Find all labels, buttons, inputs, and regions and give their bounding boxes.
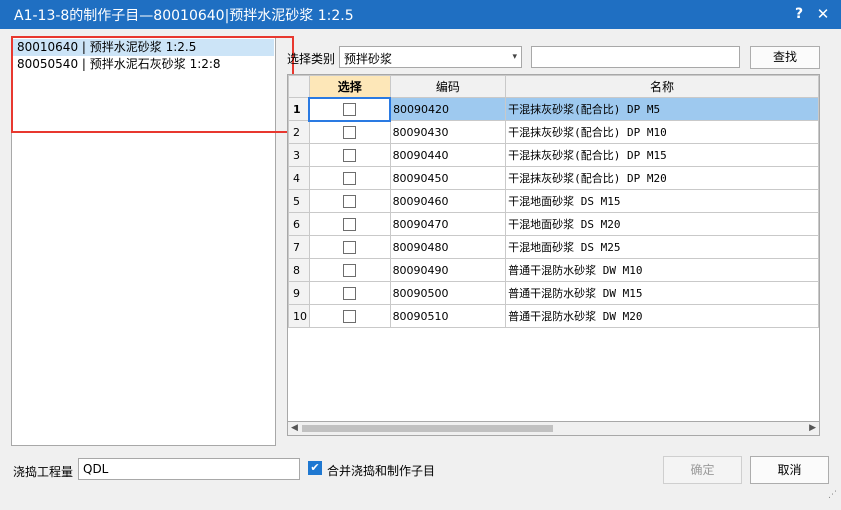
scroll-right-icon[interactable]: ▶ <box>809 423 816 433</box>
row-index: 9 <box>288 281 310 305</box>
row-checkbox-cell[interactable] <box>308 166 391 190</box>
subitem-list[interactable]: 80010640 | 预拌水泥砂浆 1:2.5 80050540 | 预拌水泥石… <box>11 37 276 446</box>
row-checkbox-cell[interactable] <box>308 189 391 213</box>
row-name: 干混抹灰砂浆(配合比) DP M20 <box>505 166 819 190</box>
checkbox[interactable] <box>343 195 357 208</box>
row-name: 干混抹灰砂浆(配合比) DP M15 <box>505 143 819 167</box>
row-code: 80090500 <box>389 281 507 305</box>
checkbox[interactable] <box>343 149 357 162</box>
checkbox[interactable] <box>343 287 357 300</box>
search-input[interactable] <box>531 46 740 68</box>
row-index: 6 <box>288 212 310 236</box>
row-name: 干混抹灰砂浆(配合比) DP M10 <box>505 120 819 144</box>
checkbox[interactable] <box>343 126 357 140</box>
table-row[interactable]: 9 80090500 普通干混防水砂浆 DW M15 <box>288 281 819 305</box>
row-code: 80090450 <box>389 166 507 190</box>
column-header-name[interactable]: 名称 <box>505 75 819 98</box>
merge-checkbox[interactable]: ✔ <box>308 461 322 475</box>
row-index: 2 <box>288 120 310 144</box>
category-label: 选择类别 <box>287 52 336 66</box>
checkbox[interactable] <box>343 103 357 116</box>
quantity-input[interactable]: QDL <box>78 458 300 480</box>
chevron-down-icon: ▾ <box>512 52 517 62</box>
search-button[interactable]: 查找 <box>750 46 820 69</box>
material-grid: 选择 编码 名称 1 80090420 干混抹灰砂浆(配合比) DP M5 2 … <box>287 74 820 436</box>
row-name: 干混地面砂浆 DS M20 <box>505 212 819 236</box>
column-header-index <box>288 75 310 98</box>
help-button[interactable]: ? <box>788 3 810 25</box>
row-checkbox-cell[interactable] <box>308 212 391 236</box>
table-row[interactable]: 2 80090430 干混抹灰砂浆(配合比) DP M10 <box>288 120 819 144</box>
list-item[interactable]: 80010640 | 预拌水泥砂浆 1:2.5 <box>13 39 274 56</box>
table-header-row: 选择 编码 名称 <box>288 75 819 98</box>
category-select[interactable]: 预拌砂浆 ▾ <box>339 46 522 68</box>
column-header-select[interactable]: 选择 <box>308 75 391 98</box>
table-row[interactable]: 8 80090490 普通干混防水砂浆 DW M10 <box>288 258 819 282</box>
row-code: 80090480 <box>389 235 507 259</box>
table-row[interactable]: 5 80090460 干混地面砂浆 DS M15 <box>288 189 819 213</box>
horizontal-scrollbar[interactable]: ◀ ▶ <box>287 421 820 436</box>
row-code: 80090510 <box>389 304 507 328</box>
category-value: 预拌砂浆 <box>344 52 393 66</box>
row-name: 普通干混防水砂浆 DW M15 <box>505 281 819 305</box>
merge-label[interactable]: 合并浇捣和制作子目 <box>327 462 435 479</box>
row-index: 8 <box>288 258 310 282</box>
checkbox[interactable] <box>343 264 357 277</box>
dialog-body: 80010640 | 预拌水泥砂浆 1:2.5 80050540 | 预拌水泥石… <box>0 29 841 510</box>
table-row[interactable]: 3 80090440 干混抹灰砂浆(配合比) DP M15 <box>288 143 819 167</box>
row-checkbox-cell[interactable] <box>308 120 391 144</box>
checkbox[interactable] <box>343 172 357 185</box>
row-checkbox-cell[interactable] <box>308 304 391 328</box>
list-item[interactable]: 80050540 | 预拌水泥石灰砂浆 1:2:8 <box>13 56 274 73</box>
table-row[interactable]: 4 80090450 干混抹灰砂浆(配合比) DP M20 <box>288 166 819 190</box>
row-checkbox-cell[interactable] <box>308 96 392 122</box>
table-row[interactable]: 1 80090420 干混抹灰砂浆(配合比) DP M5 <box>288 96 819 122</box>
row-name: 干混地面砂浆 DS M25 <box>505 235 819 259</box>
column-header-code[interactable]: 编码 <box>389 75 507 98</box>
quantity-value: QDL <box>83 462 109 476</box>
row-index: 5 <box>288 189 310 213</box>
row-checkbox-cell[interactable] <box>308 281 391 305</box>
window-title: A1-13-8的制作子目—80010640|预拌水泥砂浆 1:2.5 <box>14 8 354 24</box>
row-code: 80090470 <box>389 212 507 236</box>
row-name: 干混地面砂浆 DS M15 <box>505 189 819 213</box>
quantity-label: 浇捣工程量 <box>13 465 74 479</box>
scrollbar-thumb[interactable] <box>302 425 553 432</box>
row-index: 4 <box>288 166 310 190</box>
checkbox[interactable] <box>343 218 357 231</box>
table-row[interactable]: 10 80090510 普通干混防水砂浆 DW M20 <box>288 304 819 328</box>
ok-button[interactable]: 确定 <box>663 456 742 484</box>
checkmark-icon: ✔ <box>310 461 320 474</box>
row-code: 80090460 <box>389 189 507 213</box>
row-name: 干混抹灰砂浆(配合比) DP M5 <box>505 97 819 121</box>
row-index: 3 <box>288 143 310 167</box>
scroll-left-icon[interactable]: ◀ <box>291 423 298 433</box>
cancel-button[interactable]: 取消 <box>750 456 829 484</box>
row-code: 80090430 <box>389 120 507 144</box>
row-index: 10 <box>288 304 310 328</box>
material-table: 选择 编码 名称 1 80090420 干混抹灰砂浆(配合比) DP M5 2 … <box>288 75 819 328</box>
row-name: 普通干混防水砂浆 DW M20 <box>505 304 819 328</box>
row-code: 80090420 <box>389 97 507 121</box>
row-index: 1 <box>288 97 310 121</box>
row-name: 普通干混防水砂浆 DW M10 <box>505 258 819 282</box>
title-bar: A1-13-8的制作子目—80010640|预拌水泥砂浆 1:2.5 ? ✕ <box>0 0 841 29</box>
close-button[interactable]: ✕ <box>812 3 834 25</box>
row-checkbox-cell[interactable] <box>308 235 391 259</box>
row-index: 7 <box>288 235 310 259</box>
row-code: 80090490 <box>389 258 507 282</box>
row-checkbox-cell[interactable] <box>308 258 391 282</box>
checkbox[interactable] <box>343 241 357 254</box>
table-row[interactable]: 7 80090480 干混地面砂浆 DS M25 <box>288 235 819 259</box>
checkbox[interactable] <box>343 310 357 323</box>
row-checkbox-cell[interactable] <box>308 143 391 167</box>
row-code: 80090440 <box>389 143 507 167</box>
resize-grip-icon[interactable]: ⋰ <box>828 490 837 500</box>
table-row[interactable]: 6 80090470 干混地面砂浆 DS M20 <box>288 212 819 236</box>
